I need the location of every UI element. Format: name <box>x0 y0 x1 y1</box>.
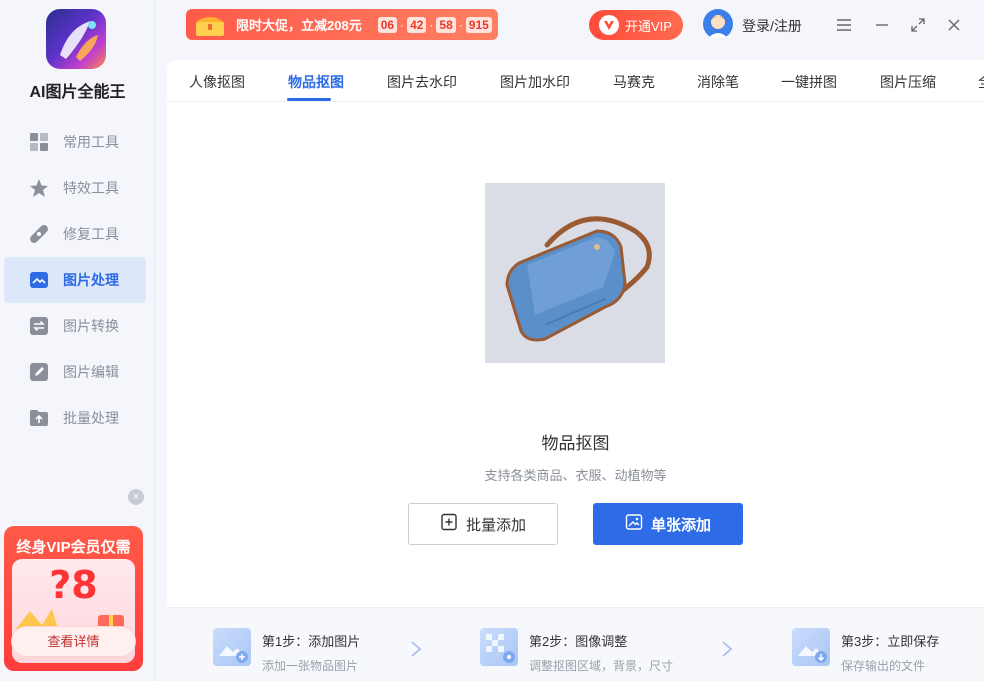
maximize-icon[interactable] <box>907 14 929 36</box>
chevron-right-icon <box>411 641 422 657</box>
tab-compress[interactable]: 图片压缩 <box>880 72 936 92</box>
sidebar-nav: 常用工具 特效工具 修复工具 图片处理 图片转换 图片编辑 批量处理 <box>4 119 146 441</box>
sale-banner[interactable]: 限时大促，立减208元 06 · 42 · 58 · 915 <box>186 9 498 40</box>
batch-add-button[interactable]: 批量添加 <box>408 503 558 545</box>
chevron-right-icon <box>722 641 733 657</box>
tab-more[interactable]: 全 <box>978 72 984 92</box>
sidebar-item-repair-tools[interactable]: 修复工具 <box>4 211 146 257</box>
add-file-icon <box>440 513 458 536</box>
countdown-minutes: 42 <box>407 16 427 33</box>
menu-icon[interactable] <box>833 14 855 36</box>
app-name: AI图片全能王 <box>29 84 126 101</box>
step-title: 第2步：图像调整 <box>529 634 628 649</box>
save-step-icon <box>792 628 830 666</box>
feature-subtitle: 支持各类商品、衣服、动植物等 <box>484 468 667 483</box>
treasure-chest-icon <box>192 11 228 39</box>
feature-title: 物品抠图 <box>541 434 610 453</box>
step-desc: 调整抠图区域，背景，尺寸 <box>529 659 674 673</box>
edit-image-icon <box>28 361 50 383</box>
step-2: 第2步：图像调整 调整抠图区域，背景，尺寸 <box>480 628 673 674</box>
promo-details-button[interactable]: 查看详情 <box>11 626 136 657</box>
minimize-icon[interactable] <box>871 14 893 36</box>
step-1: 第1步：添加图片 添加一张物品图片 <box>213 628 360 674</box>
promo-close-button[interactable]: × <box>128 489 144 505</box>
sample-product-image <box>485 183 665 363</box>
vip-button-label: 开通VIP <box>625 18 672 34</box>
sparkle-star-icon <box>28 177 50 199</box>
tab-eraser[interactable]: 消除笔 <box>697 72 739 92</box>
sidebar-item-common-tools[interactable]: 常用工具 <box>4 119 146 165</box>
main-panel: 人像抠图 物品抠图 图片去水印 图片加水印 马赛克 消除笔 一键拼图 图片压缩 … <box>167 60 984 681</box>
login-register-link[interactable]: 登录/注册 <box>742 16 802 36</box>
sidebar-item-label: 修复工具 <box>63 226 119 242</box>
tab-add-watermark[interactable]: 图片加水印 <box>500 72 570 92</box>
sidebar: AI图片全能王 常用工具 特效工具 修复工具 图片处理 图片转换 图片编辑 批量… <box>0 0 155 681</box>
countdown-milliseconds: 915 <box>465 16 492 33</box>
countdown-seconds: 58 <box>436 16 456 33</box>
promo-price: ?8 <box>49 563 98 607</box>
close-icon[interactable] <box>943 14 965 36</box>
step-desc: 添加一张物品图片 <box>262 659 359 673</box>
sidebar-item-label: 图片转换 <box>63 318 119 334</box>
sidebar-item-image-edit[interactable]: 图片编辑 <box>4 349 146 395</box>
image-icon <box>28 269 50 291</box>
avatar[interactable] <box>703 9 733 39</box>
promo-title: 终身VIP会员仅需 <box>16 539 131 556</box>
step-title: 第3步：立即保存 <box>841 634 940 649</box>
step-desc: 保存输出的文件 <box>841 659 926 673</box>
tool-tabs: 人像抠图 物品抠图 图片去水印 图片加水印 马赛克 消除笔 一键拼图 图片压缩 … <box>167 60 984 102</box>
countdown-hours: 06 <box>377 16 398 33</box>
sidebar-item-image-processing[interactable]: 图片处理 <box>4 257 146 303</box>
adjust-image-step-icon <box>480 628 518 666</box>
sidebar-item-label: 特效工具 <box>63 180 119 196</box>
convert-icon <box>28 315 50 337</box>
active-tab-indicator <box>287 98 331 101</box>
single-add-label: 单张添加 <box>650 516 711 534</box>
tab-remove-watermark[interactable]: 图片去水印 <box>387 72 457 92</box>
open-vip-button[interactable]: 开通VIP <box>589 10 683 40</box>
tab-object-cutout[interactable]: 物品抠图 <box>288 72 344 92</box>
sale-text: 限时大促，立减208元 <box>236 18 362 33</box>
step-3: 第3步：立即保存 保存输出的文件 <box>792 628 939 674</box>
steps-bar: 第1步：添加图片 添加一张物品图片 第2步：图像调整 调整抠图区域，背景，尺寸 … <box>167 607 984 681</box>
vip-icon <box>599 15 619 35</box>
bandage-icon <box>28 223 50 245</box>
sidebar-item-label: 批量处理 <box>63 410 119 426</box>
app-logo <box>46 9 106 69</box>
tab-mosaic[interactable]: 马赛克 <box>613 72 655 92</box>
sidebar-item-label: 常用工具 <box>63 134 119 150</box>
grid-icon <box>28 131 50 153</box>
tab-portrait-cutout[interactable]: 人像抠图 <box>189 72 245 92</box>
tab-collage[interactable]: 一键拼图 <box>781 72 837 92</box>
top-bar: 限时大促，立减208元 06 · 42 · 58 · 915 开通VIP 登录/… <box>155 0 984 50</box>
sidebar-item-label: 图片处理 <box>63 272 119 288</box>
vip-promo-card[interactable]: 终身VIP会员仅需 ?8 查看详情 <box>4 526 143 671</box>
add-image-step-icon <box>213 628 251 666</box>
step-title: 第1步：添加图片 <box>262 634 361 649</box>
batch-add-label: 批量添加 <box>465 516 526 534</box>
single-add-button[interactable]: 单张添加 <box>593 503 743 545</box>
sidebar-item-label: 图片编辑 <box>63 364 119 380</box>
sidebar-item-batch-processing[interactable]: 批量处理 <box>4 395 146 441</box>
sidebar-item-effect-tools[interactable]: 特效工具 <box>4 165 146 211</box>
folder-upload-icon <box>28 407 50 429</box>
sale-countdown: 06 · 42 · 58 · 915 <box>377 16 492 33</box>
add-image-icon <box>625 513 643 536</box>
sidebar-item-image-convert[interactable]: 图片转换 <box>4 303 146 349</box>
